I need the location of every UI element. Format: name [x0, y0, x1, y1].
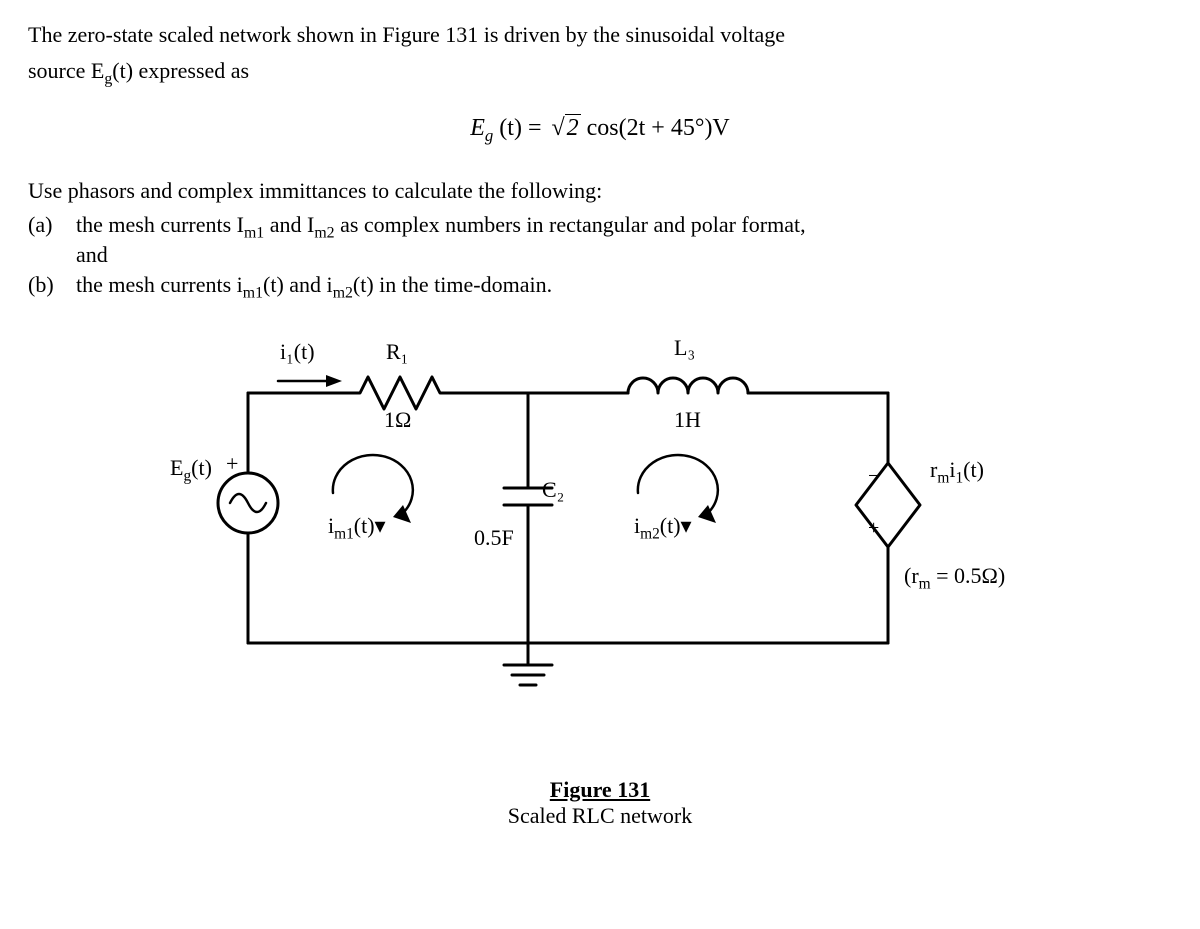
- label-L3-val: 1H: [674, 407, 701, 433]
- item-b: (b) the mesh currents im1(t) and im2(t) …: [28, 272, 1172, 302]
- label-rm: (rm = 0.5Ω): [904, 563, 1005, 593]
- label-Eg: Eg(t): [170, 455, 212, 485]
- label-R1: R₁: [386, 339, 408, 365]
- intro-line-1: The zero-state scaled network shown in F…: [28, 20, 1172, 50]
- label-R1-val: 1Ω: [384, 407, 411, 433]
- item-a: (a) the mesh currents Im1 and Im2 as com…: [28, 212, 1172, 268]
- equation: Eg (t) = 2 cos(2t + 45°)V: [28, 115, 1172, 146]
- intro-line-2: source Eg(t) expressed as: [28, 56, 1172, 90]
- label-C2-val: 0.5F: [474, 525, 514, 551]
- label-im1: im1(t)▾: [328, 513, 386, 543]
- label-C2: C₂: [542, 477, 564, 503]
- label-dep: rmi1(t): [930, 457, 984, 487]
- label-dep-minus: −: [868, 465, 879, 488]
- label-L3: L₃: [674, 335, 695, 361]
- label-im2: im2(t)▾: [634, 513, 692, 543]
- label-dep-plus: +: [868, 517, 879, 540]
- figure-caption: Figure 131 Scaled RLC network: [28, 777, 1172, 829]
- label-i1: i₁(t): [280, 339, 315, 365]
- circuit-figure: i₁(t) R₁ 1Ω L₃ 1H Eg(t) + im1(t)▾ C₂ 0.5…: [168, 333, 1048, 773]
- label-Eg-plus: +: [226, 451, 238, 477]
- use-line: Use phasors and complex immittances to c…: [28, 176, 1172, 206]
